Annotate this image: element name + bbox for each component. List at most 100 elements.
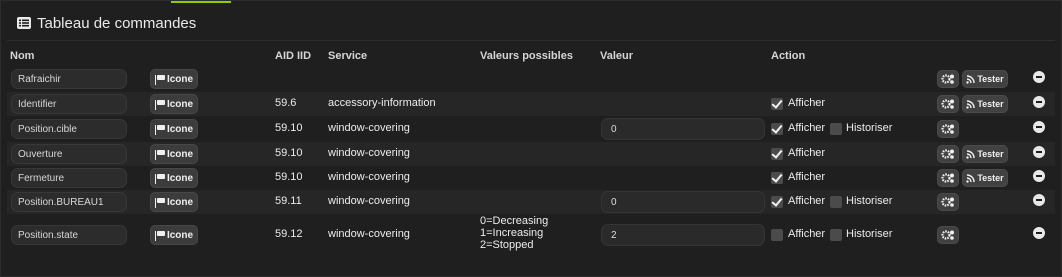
historiser-checkbox[interactable]: [830, 229, 842, 241]
icone-button[interactable]: Icone: [150, 69, 198, 89]
remove-icon[interactable]: [1033, 146, 1045, 158]
rss-icon: [966, 74, 976, 84]
command-name-field[interactable]: Fermeture: [11, 168, 127, 188]
icone-button[interactable]: Icone: [150, 94, 198, 114]
tester-button-label: Tester: [977, 99, 1004, 109]
service-value: accessory-information: [328, 97, 436, 109]
header-valeurs-possibles: Valeurs possibles: [480, 50, 573, 62]
flag-icon: [154, 230, 165, 241]
header-nom: Nom: [10, 50, 35, 62]
icone-button-label: Icone: [166, 73, 194, 85]
icone-button[interactable]: Icone: [150, 225, 198, 245]
cogs-icon: [941, 74, 954, 84]
remove-icon[interactable]: [1033, 170, 1045, 182]
service-value: window-covering: [328, 147, 410, 159]
service-value: window-covering: [328, 122, 410, 134]
aid-iid-value: 59.10: [275, 171, 303, 183]
header-aid-iid: AID IID: [275, 50, 312, 62]
afficher-label: Afficher: [788, 171, 826, 183]
cogs-icon: [941, 99, 954, 109]
icone-button-label: Icone: [166, 229, 194, 241]
rss-icon: [966, 173, 976, 183]
remove-icon[interactable]: [1033, 96, 1045, 108]
afficher-label: Afficher: [788, 97, 826, 109]
tester-button-label: Tester: [977, 173, 1004, 183]
service-value: window-covering: [328, 228, 410, 240]
remove-icon[interactable]: [1033, 71, 1045, 83]
possible-value-line: 0=Decreasing: [480, 215, 549, 227]
afficher-label: Afficher: [788, 122, 826, 134]
flag-icon: [154, 173, 165, 184]
historiser-label: Historiser: [846, 122, 893, 134]
icone-button-label: Icone: [166, 123, 194, 135]
configure-button[interactable]: [937, 95, 959, 113]
afficher-checkbox[interactable]: [771, 229, 783, 241]
remove-icon[interactable]: [1033, 194, 1045, 206]
configure-button[interactable]: [937, 120, 959, 138]
afficher-checkbox[interactable]: [771, 98, 783, 110]
cogs-icon: [941, 124, 954, 134]
afficher-checkbox[interactable]: [771, 123, 783, 135]
possible-value-line: 1=Increasing: [480, 227, 544, 239]
aid-iid-value: 59.12: [275, 228, 303, 240]
command-name-field[interactable]: Ouverture: [11, 144, 127, 164]
afficher-checkbox[interactable]: [771, 172, 783, 184]
table-row: Ouverture Icone 59.10 window-covering Affich…: [7, 142, 1055, 166]
afficher-checkbox[interactable]: [771, 196, 783, 208]
historiser-label: Historiser: [846, 228, 893, 240]
tester-button[interactable]: Tester: [962, 95, 1008, 113]
header-valeur: Valeur: [600, 50, 634, 62]
aid-iid-value: 59.10: [275, 122, 303, 134]
icone-button-label: Icone: [166, 196, 194, 208]
flag-icon: [154, 74, 165, 85]
icone-button-label: Icone: [166, 148, 194, 160]
tester-button[interactable]: Tester: [962, 70, 1008, 88]
configure-button[interactable]: [937, 145, 959, 163]
historiser-checkbox[interactable]: [830, 196, 842, 208]
configure-button[interactable]: [937, 226, 959, 244]
historiser-checkbox[interactable]: [830, 123, 842, 135]
cogs-icon: [941, 173, 954, 183]
icone-button[interactable]: Icone: [150, 168, 198, 188]
tester-button-label: Tester: [977, 149, 1004, 159]
panel-accent-bar: [171, 1, 231, 3]
aid-iid-value: 59.6: [275, 97, 297, 109]
flag-icon: [154, 99, 165, 110]
remove-icon[interactable]: [1033, 121, 1045, 133]
tester-button[interactable]: Tester: [962, 169, 1008, 187]
configure-button[interactable]: [937, 169, 959, 187]
title-divider: [7, 40, 1055, 41]
rss-icon: [966, 149, 976, 159]
afficher-label: Afficher: [788, 195, 826, 207]
icone-button[interactable]: Icone: [150, 192, 198, 212]
commands-panel: Tableau de commandes Nom AID IID Service…: [0, 0, 1062, 277]
command-name-field[interactable]: Rafraichir: [11, 69, 127, 89]
table-row: Position.state Icone 59.12 window-covering 0…: [7, 215, 1055, 253]
afficher-label: Afficher: [788, 147, 826, 159]
command-name-field[interactable]: Position.cible: [11, 119, 127, 139]
command-name-field[interactable]: Position.state: [11, 225, 127, 245]
panel-title-text: Tableau de commandes: [37, 14, 197, 32]
value-input[interactable]: 0: [601, 191, 765, 213]
flag-icon: [154, 124, 165, 135]
icone-button[interactable]: Icone: [150, 144, 198, 164]
table-row: Identifier Icone 59.6 accessory-information…: [7, 92, 1055, 116]
icone-button-label: Icone: [166, 98, 194, 110]
rss-icon: [966, 99, 976, 109]
value-input[interactable]: 0: [601, 118, 765, 140]
icone-button[interactable]: Icone: [150, 119, 198, 139]
header-service: Service: [328, 50, 368, 62]
command-name-field[interactable]: Position.BUREAU1: [11, 192, 127, 212]
configure-button[interactable]: [937, 193, 959, 211]
tester-button[interactable]: Tester: [962, 145, 1008, 163]
command-name-field[interactable]: Identifier: [11, 94, 127, 114]
configure-button[interactable]: [937, 70, 959, 88]
afficher-checkbox[interactable]: [771, 148, 783, 160]
tester-button-label: Tester: [977, 74, 1004, 84]
cogs-icon: [941, 149, 954, 159]
table-row: Rafraichir Icone Tester: [7, 67, 1055, 91]
aid-iid-value: 59.10: [275, 147, 303, 159]
header-action: Action: [771, 50, 806, 62]
value-input[interactable]: 2: [601, 224, 765, 246]
remove-icon[interactable]: [1033, 227, 1045, 239]
